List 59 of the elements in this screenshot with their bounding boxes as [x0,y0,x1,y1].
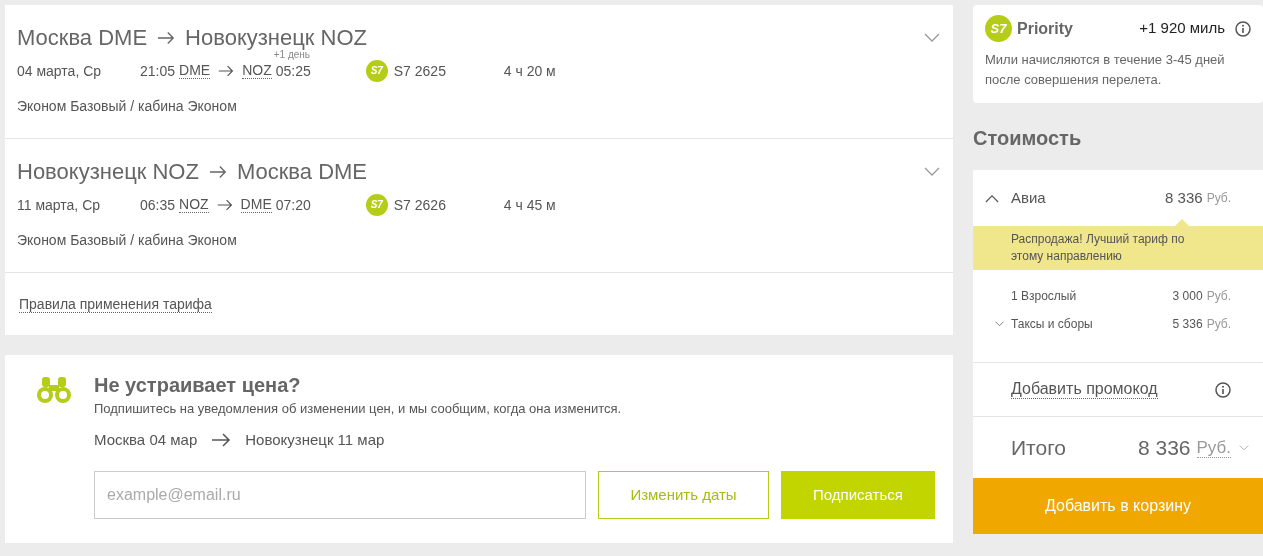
currency-label: Руб. [1206,287,1231,305]
total-amount: 8 336 [1137,434,1191,461]
cost-item-label: Таксы и сборы [1011,315,1093,333]
arrow-icon [211,432,232,447]
chevron-up-icon[interactable] [985,193,999,203]
info-icon[interactable] [1215,381,1231,398]
airline-logo: S7 [365,60,388,82]
route-destination: Новокузнецк 11 мар [245,429,385,450]
flight-date: 04 марта, Ср [17,61,103,81]
route-destination: Новокузнецк NOZ [185,25,368,51]
fare-rules-link[interactable]: Правила применения тарифа [19,295,212,313]
fare-class: Эконом Базовый / кабина Эконом [17,231,238,250]
miles-amount: +1 920 миль [1139,18,1225,39]
flight-duration: 4 ч 45 м [503,195,556,215]
cost-item-label: 1 Взрослый [1011,287,1077,305]
arrow-icon [216,199,233,211]
avia-label[interactable]: Авиа [1011,186,1046,210]
subscribe-title: Не устраивает цена? [94,373,302,397]
cost-item-amount: 5 336 [1172,315,1203,333]
fare-class: Эконом Базовый / кабина Эконом [17,97,238,116]
avia-amount: 8 336 [1165,187,1203,208]
route-origin: Москва 04 мар [94,429,198,450]
email-field[interactable]: example@email.ru [94,471,586,519]
promo-code-link[interactable]: Добавить промокод [1011,380,1158,399]
chevron-down-icon[interactable] [1239,444,1249,451]
chevron-down-icon[interactable] [923,167,941,177]
route-destination: Москва DME [236,159,368,185]
miles-note: Мили начисляются в течение 3-45 дней после совершения перелета. [985,51,1226,89]
chevron-down-icon[interactable] [923,33,941,43]
currency-label: Руб. [1206,190,1231,207]
flight-date: 11 марта, Ср [17,195,102,215]
total-label: Итого [1011,434,1067,461]
arrival-time: 07:20 [275,196,311,213]
flight-duration: 4 ч 20 м [503,61,556,81]
arrow-icon [208,165,227,179]
cost-item-amount: 3 000 [1172,287,1203,305]
route-origin: Новокузнецк NOZ [17,159,199,185]
flight-number: S7 2626 [393,195,446,215]
flight-number: S7 2625 [393,61,446,81]
departure-time: 21:05 [140,61,176,81]
currency-label: Руб. [1206,315,1231,333]
priority-brand: Priority [1017,18,1073,39]
airport-link[interactable]: DME [179,63,211,79]
arrow-icon [157,31,176,45]
cost-title: Стоимость [973,126,1083,150]
info-icon[interactable] [1235,20,1251,37]
sale-banner: Распродажа! Лучший тариф по этому направлению [973,226,1263,270]
departure-time: 06:35 [140,195,176,215]
airline-logo: S7 [365,194,388,216]
airport-link[interactable]: NOZ [242,63,272,79]
airline-logo: S7 [985,15,1012,42]
arrow-icon [218,65,235,77]
airport-link[interactable]: NOZ [179,197,209,213]
subscribe-description: Подпишитесь на уведомления об изменении цен, и мы сообщим, когда она изменится. [94,400,623,418]
airport-link[interactable]: DME [240,197,272,213]
route-origin: Москва DME [17,25,148,51]
arrival-time: 05:25 [275,62,311,79]
chevron-down-icon[interactable] [995,320,1004,327]
binoculars-icon [35,375,73,405]
